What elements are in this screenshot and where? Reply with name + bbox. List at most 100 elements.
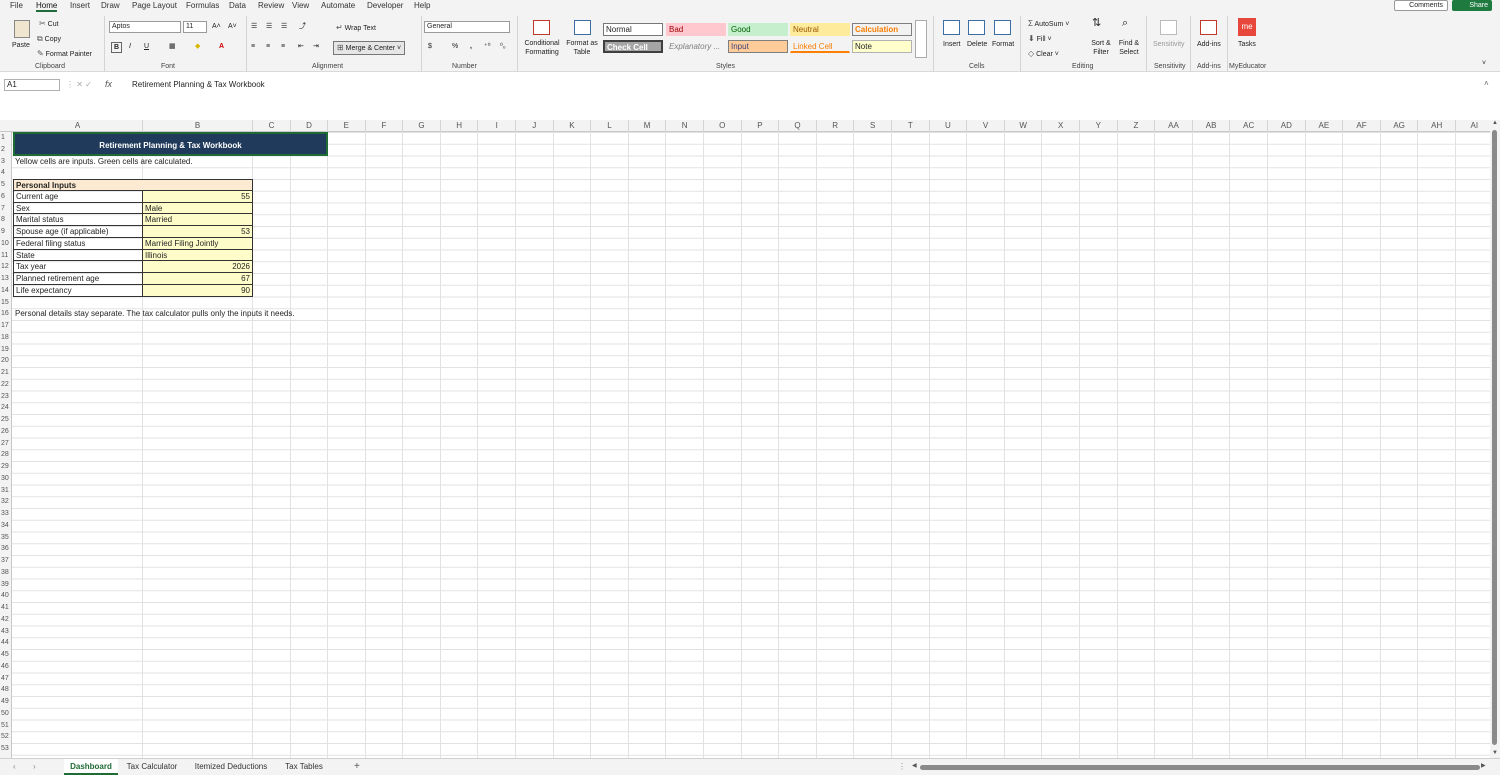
row-header-27[interactable]: 27 bbox=[0, 438, 12, 450]
format-as-table-icon[interactable] bbox=[574, 20, 591, 35]
row-header-2[interactable]: 2 bbox=[0, 144, 12, 156]
column-header-s[interactable]: S bbox=[854, 120, 892, 132]
style-explanatory[interactable]: Explanatory ... bbox=[666, 40, 726, 53]
sheet-tab-tax-calculator[interactable]: Tax Calculator bbox=[120, 759, 184, 775]
scroll-left-icon[interactable]: ◀ bbox=[912, 762, 917, 769]
input-value[interactable]: Married bbox=[143, 214, 253, 226]
style-bad[interactable]: Bad bbox=[666, 23, 726, 36]
row-header-20[interactable]: 20 bbox=[0, 355, 12, 367]
fill-color-icon[interactable]: ◆ bbox=[195, 42, 200, 51]
menu-view[interactable]: View bbox=[292, 0, 309, 12]
row-header-17[interactable]: 17 bbox=[0, 320, 12, 332]
column-header-ae[interactable]: AE bbox=[1306, 120, 1344, 132]
copy-button[interactable]: ⧉ Copy bbox=[37, 34, 61, 44]
style-note[interactable]: Note bbox=[852, 40, 912, 53]
row-header-46[interactable]: 46 bbox=[0, 661, 12, 673]
column-header-ac[interactable]: AC bbox=[1230, 120, 1268, 132]
column-header-t[interactable]: T bbox=[892, 120, 930, 132]
row-header-38[interactable]: 38 bbox=[0, 567, 12, 579]
decrease-decimal-icon[interactable]: ⁰₀ bbox=[500, 42, 506, 51]
column-header-a[interactable]: A bbox=[13, 120, 143, 132]
comments-button[interactable]: Comments bbox=[1394, 0, 1448, 11]
worksheet-grid[interactable]: A B C D E F G H I J K L M N O P Q R S T U V W X Y Z AA AB AC AD AE AF AG… bbox=[0, 120, 1490, 758]
row-header-9[interactable]: 9 bbox=[0, 226, 12, 238]
row-header-30[interactable]: 30 bbox=[0, 473, 12, 485]
italic-button[interactable]: I bbox=[129, 42, 131, 51]
row-header-5[interactable]: 5 bbox=[0, 179, 12, 191]
input-label[interactable]: Planned retirement age bbox=[13, 273, 143, 285]
font-color-icon[interactable]: A bbox=[219, 42, 224, 51]
row-header-3[interactable]: 3 bbox=[0, 156, 12, 168]
row-header-39[interactable]: 39 bbox=[0, 579, 12, 591]
row-header-41[interactable]: 41 bbox=[0, 602, 12, 614]
column-header-f[interactable]: F bbox=[366, 120, 404, 132]
menu-formulas[interactable]: Formulas bbox=[186, 0, 219, 12]
input-label[interactable]: State bbox=[13, 249, 143, 262]
row-header-35[interactable]: 35 bbox=[0, 532, 12, 544]
footer-note[interactable]: Personal details stay separate. The tax … bbox=[13, 308, 297, 320]
column-header-ab[interactable]: AB bbox=[1193, 120, 1231, 132]
menu-draw[interactable]: Draw bbox=[101, 0, 120, 12]
style-normal[interactable]: Normal bbox=[603, 23, 663, 36]
row-header-49[interactable]: 49 bbox=[0, 696, 12, 708]
row-header-28[interactable]: 28 bbox=[0, 449, 12, 461]
currency-button[interactable]: $ bbox=[428, 42, 432, 51]
row-header-40[interactable]: 40 bbox=[0, 590, 12, 602]
borders-icon[interactable]: ▦ bbox=[169, 42, 176, 51]
column-header-h[interactable]: H bbox=[441, 120, 479, 132]
fill-button[interactable]: ⬇ Fill ˅ bbox=[1028, 34, 1052, 44]
delete-cells-icon[interactable] bbox=[968, 20, 985, 35]
column-header-z[interactable]: Z bbox=[1118, 120, 1156, 132]
input-label[interactable]: Current age bbox=[13, 190, 143, 203]
menu-developer[interactable]: Developer bbox=[367, 0, 403, 12]
row-header-32[interactable]: 32 bbox=[0, 496, 12, 508]
style-input[interactable]: Input bbox=[728, 40, 788, 53]
sheet-tab-itemized-deductions[interactable]: Itemized Deductions bbox=[188, 759, 274, 775]
input-value[interactable]: 2026 bbox=[143, 261, 253, 273]
paste-button[interactable]: Paste bbox=[12, 41, 30, 50]
insert-cells-button[interactable]: Insert bbox=[943, 40, 961, 49]
column-header-ag[interactable]: AG bbox=[1381, 120, 1419, 132]
paste-icon[interactable] bbox=[14, 20, 30, 38]
row-header-11[interactable]: 11 bbox=[0, 250, 12, 262]
style-good[interactable]: Good bbox=[728, 23, 788, 36]
delete-cells-button[interactable]: Delete bbox=[967, 40, 987, 49]
column-header-p[interactable]: P bbox=[742, 120, 780, 132]
row-header-29[interactable]: 29 bbox=[0, 461, 12, 473]
collapse-ribbon-icon[interactable]: ˅ bbox=[1482, 59, 1486, 68]
column-header-b[interactable]: B bbox=[143, 120, 253, 132]
sensitivity-button[interactable]: Sensitivity bbox=[1153, 40, 1185, 49]
row-header-37[interactable]: 37 bbox=[0, 555, 12, 567]
increase-decimal-icon[interactable]: ⁺⁰ bbox=[484, 42, 491, 51]
percent-button[interactable]: % bbox=[452, 42, 458, 51]
row-header-47[interactable]: 47 bbox=[0, 673, 12, 685]
menu-data[interactable]: Data bbox=[229, 0, 246, 12]
cancel-icon[interactable]: ⋮ ✕ ✓ bbox=[66, 80, 92, 89]
column-header-e[interactable]: E bbox=[328, 120, 366, 132]
font-name-select[interactable]: Aptos bbox=[109, 21, 181, 33]
row-header-50[interactable]: 50 bbox=[0, 708, 12, 720]
row-header-21[interactable]: 21 bbox=[0, 367, 12, 379]
search-icon[interactable]: ⌕ bbox=[1122, 18, 1128, 29]
input-label[interactable]: Life expectancy bbox=[13, 284, 143, 297]
bold-button[interactable]: B bbox=[111, 42, 123, 53]
row-header-1[interactable]: 1 bbox=[0, 132, 12, 144]
row-header-26[interactable]: 26 bbox=[0, 426, 12, 438]
row-header-15[interactable]: 15 bbox=[0, 297, 12, 309]
align-top-icon[interactable]: ☰ bbox=[251, 22, 257, 31]
input-label[interactable]: Federal filing status bbox=[13, 237, 143, 250]
column-header-ai[interactable]: AI bbox=[1456, 120, 1490, 132]
column-header-j[interactable]: J bbox=[516, 120, 554, 132]
column-header-g[interactable]: G bbox=[403, 120, 441, 132]
insert-function-icon[interactable]: fx bbox=[105, 79, 112, 89]
align-bottom-icon[interactable]: ☰ bbox=[281, 22, 287, 31]
menu-automate[interactable]: Automate bbox=[321, 0, 355, 12]
horizontal-scroll-thumb[interactable] bbox=[920, 765, 1480, 770]
clear-button[interactable]: ◇ Clear ˅ bbox=[1028, 49, 1059, 59]
name-box[interactable]: A1 bbox=[4, 79, 60, 91]
style-check-cell[interactable]: Check Cell bbox=[603, 40, 663, 53]
column-header-ad[interactable]: AD bbox=[1268, 120, 1306, 132]
input-label[interactable]: Spouse age (if applicable) bbox=[13, 226, 143, 238]
align-right-icon[interactable]: ≡ bbox=[281, 42, 285, 51]
menu-page-layout[interactable]: Page Layout bbox=[132, 0, 177, 12]
